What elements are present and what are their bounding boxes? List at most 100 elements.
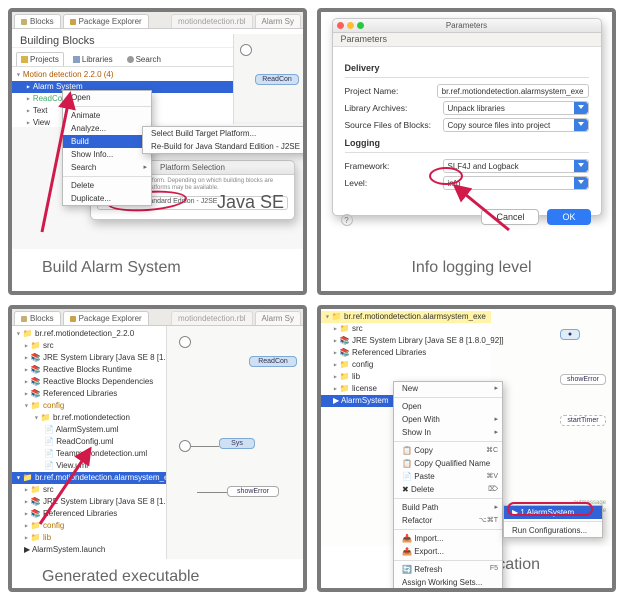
diagram-node-readcon: ReadCon <box>255 74 299 85</box>
menu-open[interactable]: Open <box>63 91 151 104</box>
view-tab-package-explorer[interactable]: Package Explorer <box>63 311 149 325</box>
menu-import[interactable]: 📥 Import... <box>394 532 502 545</box>
ide-view-tabs: Blocks Package Explorer motiondetection.… <box>12 12 303 29</box>
dialog-subheader: Parameters <box>333 33 601 47</box>
menu-refresh[interactable]: 🔄 RefreshF5 <box>394 563 502 576</box>
diagram-node-readcon: ReadCon <box>249 356 297 367</box>
tree-item[interactable]: ▸📁 src <box>12 340 166 352</box>
editor-tab-b[interactable]: Alarm Sy <box>255 14 301 28</box>
editor-tab-b[interactable]: Alarm Sy <box>255 311 301 325</box>
submenu-run-configs[interactable]: Run Configurations... <box>504 524 602 537</box>
context-menu: Open Animate Analyze... Build▸ Show Info… <box>62 90 152 206</box>
select-library-archives[interactable]: Unpack libraries <box>443 101 589 115</box>
tree-item[interactable]: ▸📚 JRE System Library [Java SE 8 [1.8.0_… <box>12 352 166 364</box>
tree-item[interactable]: ▶ AlarmSystem.launch <box>12 544 166 556</box>
diagram-wire <box>197 492 227 493</box>
menu-build-path[interactable]: Build Path▸ <box>394 501 502 514</box>
panel-caption: Build Alarm System <box>12 249 303 291</box>
view-tab-package-explorer[interactable]: Package Explorer <box>63 14 149 28</box>
tree-item[interactable]: ▾📁 br.ref.motiondetection <box>12 412 166 424</box>
editor-tab-a[interactable]: motiondetection.rbl <box>171 311 253 325</box>
view-tab-blocks[interactable]: Blocks <box>14 14 61 28</box>
dialog-title: Parameters <box>446 21 487 30</box>
menu-delete[interactable]: Delete <box>63 179 151 192</box>
menu-delete[interactable]: ✖ Delete⌦ <box>394 483 502 496</box>
panel-info-logging-level: Parameters Parameters Delivery Project N… <box>317 8 616 295</box>
diagram-node: ● <box>560 329 580 340</box>
submenu-rebuild-j2se[interactable]: Re-Build for Java Standard Edition - J2S… <box>143 140 306 153</box>
submenu-select-platform[interactable]: Select Build Target Platform... <box>143 127 306 140</box>
diagram-wire <box>191 446 219 447</box>
diagram-node-starttimer: startTimer <box>560 415 606 426</box>
tree-item[interactable]: 📄 Teammotiondetection.uml <box>12 448 166 460</box>
input-project-name[interactable]: br.ref.motiondetection.alarmsystem_exe <box>437 84 589 98</box>
menu-new[interactable]: New▸ <box>394 382 502 395</box>
view-tab-blocks[interactable]: Blocks <box>14 311 61 325</box>
tree-item[interactable]: ▸📚 JRE System Library [Java SE 8 [1.8.0_… <box>321 335 491 347</box>
view-tab-blocks-label: Blocks <box>30 17 54 26</box>
tree-item[interactable]: 📄 AlarmSystem.uml <box>12 424 166 436</box>
menu-copy-qualified[interactable]: 📋 Copy Qualified Name <box>394 457 502 470</box>
panel-run-application: ▾📁 br.ref.motiondetection.alarmsystem_ex… <box>317 305 616 592</box>
tree-item[interactable]: ▸📁 lib <box>12 532 166 544</box>
select-framework[interactable]: SLF4J and Logback <box>443 159 589 173</box>
tree-item[interactable]: ▸📚 Reactive Blocks Dependencies <box>12 376 166 388</box>
diagram-node <box>179 440 191 452</box>
cancel-button[interactable]: Cancel <box>481 209 539 225</box>
subtab-libraries[interactable]: Libraries <box>68 52 118 66</box>
select-level[interactable]: info <box>443 176 589 190</box>
help-icon[interactable]: ? <box>341 214 353 226</box>
parameters-dialog: Parameters Parameters Delivery Project N… <box>332 18 602 216</box>
diagram-node-showerror: showError <box>560 374 606 385</box>
subtab-search[interactable]: Search <box>122 52 166 66</box>
menu-assign-ws[interactable]: Assign Working Sets... <box>394 576 502 589</box>
ok-button[interactable]: OK <box>547 209 590 225</box>
submenu-alarm-system[interactable]: ▶ 1 AlarmSystem <box>504 506 602 519</box>
subtab-projects[interactable]: Projects <box>16 52 64 66</box>
label-project-name: Project Name: <box>345 86 431 96</box>
context-menu: New▸ Open Open With▸ Show In▸ 📋 Copy⌘C 📋… <box>393 381 503 592</box>
tree-root[interactable]: ▾📁 br.ref.motiondetection.alarmsystem_ex… <box>321 311 491 323</box>
editor-tab-a[interactable]: motiondetection.rbl <box>171 14 253 28</box>
tree-item[interactable]: ▸📁 config <box>12 520 166 532</box>
ide-view-tabs: Blocks Package Explorer motiondetection.… <box>12 309 303 326</box>
menu-copy[interactable]: 📋 Copy⌘C <box>394 444 502 457</box>
diagram-node-sys: Sys <box>219 438 255 449</box>
select-source-files[interactable]: Copy source files into project <box>443 118 589 132</box>
menu-open[interactable]: Open <box>394 400 502 413</box>
label-library-archives: Library Archives: <box>345 103 437 113</box>
tree-item[interactable]: ▸📚 Referenced Libraries <box>12 508 166 520</box>
menu-open-with[interactable]: Open With▸ <box>394 413 502 426</box>
tree-item[interactable]: ▸📚 JRE System Library [Java SE 8 [1.8.0_… <box>12 496 166 508</box>
tree-item[interactable]: 📄 View.uml <box>12 460 166 472</box>
menu-duplicate[interactable]: Duplicate... <box>63 192 151 205</box>
menu-build[interactable]: Build▸ <box>63 135 151 148</box>
label-level: Level: <box>345 178 437 188</box>
tree-item[interactable]: ▸📁 src <box>321 323 491 335</box>
java-se-label: Java SE <box>217 192 284 213</box>
tree-root[interactable]: ▾📁 br.ref.motiondetection_2.2.0 <box>12 328 166 340</box>
diagram-node <box>240 44 252 56</box>
menu-show-info[interactable]: Show Info... <box>63 148 151 161</box>
menu-export[interactable]: 📤 Export... <box>394 545 502 558</box>
tree-item[interactable]: ▾📁 config <box>12 400 166 412</box>
diagram-node-showerror: showError <box>227 486 279 497</box>
view-tab-pkg-label: Package Explorer <box>79 17 142 26</box>
menu-paste[interactable]: 📄 Paste⌘V <box>394 470 502 483</box>
panel-caption: Info logging level <box>321 249 612 291</box>
build-submenu: Select Build Target Platform... Re-Build… <box>142 126 307 154</box>
tree-item[interactable]: ▸📚 Reactive Blocks Runtime <box>12 364 166 376</box>
menu-show-in[interactable]: Show In▸ <box>394 426 502 439</box>
menu-analyze[interactable]: Analyze... <box>63 122 151 135</box>
section-delivery: Delivery <box>345 63 589 73</box>
tree-item-exe-root[interactable]: ▾📁 br.ref.motiondetection.alarmsystem_ex… <box>12 472 166 484</box>
tree-item[interactable]: 📄 ReadConfig.uml <box>12 436 166 448</box>
tree-item[interactable]: ▸📁 config <box>321 359 491 371</box>
menu-search[interactable]: Search▸ <box>63 161 151 174</box>
menu-refactor[interactable]: Refactor⌥⌘T <box>394 514 502 527</box>
panel-build-alarm-system: Blocks Package Explorer motiondetection.… <box>8 8 307 295</box>
tree-item[interactable]: ▸📚 Referenced Libraries <box>321 347 491 359</box>
tree-item[interactable]: ▸📚 Referenced Libraries <box>12 388 166 400</box>
tree-item[interactable]: ▸📁 src <box>12 484 166 496</box>
menu-animate[interactable]: Animate <box>63 109 151 122</box>
